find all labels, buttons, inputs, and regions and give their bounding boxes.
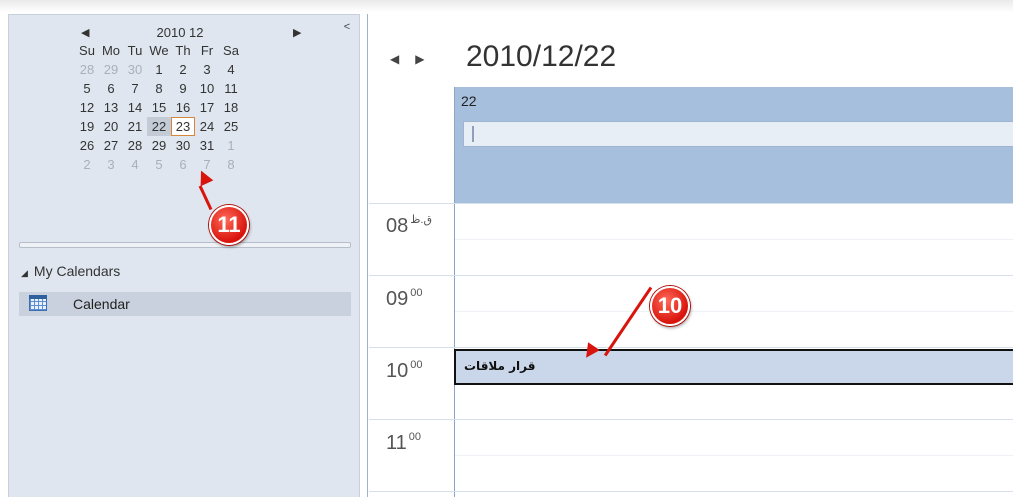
today-date-cell[interactable]: 23 — [171, 117, 195, 136]
date-cell[interactable]: 6 — [171, 155, 195, 174]
date-navigator-grid: Su Mo Tu We Th Fr Sa 28 29 30 1 2 3 4 5 … — [75, 41, 285, 174]
date-cell[interactable]: 6 — [99, 79, 123, 98]
date-cell[interactable]: 8 — [147, 79, 171, 98]
date-cell[interactable]: 29 — [99, 60, 123, 79]
my-calendars-group[interactable]: ◢ My Calendars — [21, 263, 120, 279]
date-cell[interactable]: 15 — [147, 98, 171, 117]
date-cell[interactable]: 27 — [99, 136, 123, 155]
weekday-header: Mo — [101, 43, 121, 58]
date-navigator-header: ◀ 2010 12 ▶ — [75, 23, 301, 41]
time-label-10: 10 00 — [386, 359, 423, 382]
month-title: 2010 12 — [156, 25, 204, 40]
date-cell[interactable]: 10 — [195, 79, 219, 98]
date-cell[interactable]: 28 — [75, 60, 99, 79]
next-month-arrow-icon[interactable]: ▶ — [293, 26, 301, 39]
navigation-pane: < ◀ 2010 12 ▶ Su Mo Tu We Th Fr Sa 28 29… — [8, 14, 360, 497]
date-cell[interactable]: 20 — [99, 117, 123, 136]
date-cell[interactable]: 2 — [171, 60, 195, 79]
outlook-calendar-window: < ◀ 2010 12 ▶ Su Mo Tu We Th Fr Sa 28 29… — [0, 0, 1013, 497]
my-calendars-label: My Calendars — [33, 263, 121, 279]
text-caret — [472, 126, 474, 142]
calendar-folder-item[interactable]: Calendar — [19, 292, 351, 316]
hour-line — [369, 275, 1013, 276]
time-label-9: 09 00 — [386, 287, 423, 310]
date-cell[interactable]: 7 — [123, 79, 147, 98]
half-hour-line — [455, 311, 1013, 312]
date-cell[interactable]: 21 — [123, 117, 147, 136]
weekday-header: Th — [175, 43, 191, 58]
date-cell[interactable]: 14 — [123, 98, 147, 117]
weekday-header: Su — [79, 43, 95, 58]
time-label-8: 08 ق.ظ — [386, 214, 433, 237]
date-cell[interactable]: 1 — [219, 136, 243, 155]
weekday-header: Tu — [127, 43, 143, 58]
time-label-11: 11 00 — [386, 431, 422, 454]
date-cell[interactable]: 26 — [75, 136, 99, 155]
date-cell[interactable]: 8 — [219, 155, 243, 174]
expand-triangle-icon[interactable]: ◢ — [21, 268, 28, 278]
calendar-folder-label: Calendar — [73, 296, 130, 312]
annotation-badge-11: 11 — [209, 205, 249, 245]
calendar-icon — [29, 295, 47, 311]
weekday-header: We — [149, 43, 169, 58]
appointment-subject: قرار ملاقات — [464, 359, 536, 373]
date-cell[interactable]: 31 — [195, 136, 219, 155]
annotation-badge-10: 10 — [650, 286, 690, 326]
date-cell[interactable]: 5 — [75, 79, 99, 98]
window-shadow — [0, 0, 1013, 12]
date-cell[interactable]: 4 — [123, 155, 147, 174]
hour-line — [369, 419, 1013, 420]
date-cell[interactable]: 16 — [171, 98, 195, 117]
date-cell[interactable]: 9 — [171, 79, 195, 98]
date-navigator: ◀ 2010 12 ▶ Su Mo Tu We Th Fr Sa 28 29 3… — [75, 23, 301, 174]
previous-day-arrow-icon[interactable]: ◀ — [390, 52, 399, 66]
date-cell[interactable]: 28 — [123, 136, 147, 155]
all-day-event-slot[interactable] — [463, 121, 1013, 147]
day-navigation: ◀ ▶ — [390, 52, 440, 66]
day-number: 22 — [461, 93, 477, 109]
pane-splitter[interactable] — [19, 242, 351, 248]
date-cell[interactable]: 3 — [195, 60, 219, 79]
day-view: ◀ ▶ 2010/12/22 22 08 ق.ظ 09 00 10 00 11 00 — [367, 14, 1013, 497]
date-cell[interactable]: 3 — [99, 155, 123, 174]
date-cell[interactable]: 17 — [195, 98, 219, 117]
hour-line — [369, 203, 1013, 204]
date-cell[interactable]: 25 — [219, 117, 243, 136]
date-cell[interactable]: 13 — [99, 98, 123, 117]
date-cell[interactable]: 19 — [75, 117, 99, 136]
appointment-block[interactable]: قرار ملاقات — [454, 349, 1013, 385]
half-hour-line — [455, 239, 1013, 240]
day-column-header[interactable]: 22 — [454, 87, 1013, 203]
date-cell[interactable]: 30 — [171, 136, 195, 155]
date-cell[interactable]: 1 — [147, 60, 171, 79]
selected-date-cell[interactable]: 22 — [147, 117, 171, 136]
current-date-title: 2010/12/22 — [466, 40, 617, 73]
weekday-header: Fr — [200, 43, 214, 58]
date-cell[interactable]: 12 — [75, 98, 99, 117]
date-cell[interactable]: 18 — [219, 98, 243, 117]
collapse-pane-button[interactable]: < — [341, 21, 353, 33]
date-cell[interactable]: 2 — [75, 155, 99, 174]
next-day-arrow-icon[interactable]: ▶ — [415, 52, 424, 66]
hour-line — [369, 491, 1013, 492]
date-cell[interactable]: 11 — [219, 79, 243, 98]
date-cell[interactable]: 29 — [147, 136, 171, 155]
weekday-header: Sa — [223, 43, 239, 58]
half-hour-line — [455, 455, 1013, 456]
date-cell[interactable]: 30 — [123, 60, 147, 79]
date-cell[interactable]: 5 — [147, 155, 171, 174]
date-cell[interactable]: 4 — [219, 60, 243, 79]
date-cell[interactable]: 24 — [195, 117, 219, 136]
hour-line — [369, 347, 1013, 348]
